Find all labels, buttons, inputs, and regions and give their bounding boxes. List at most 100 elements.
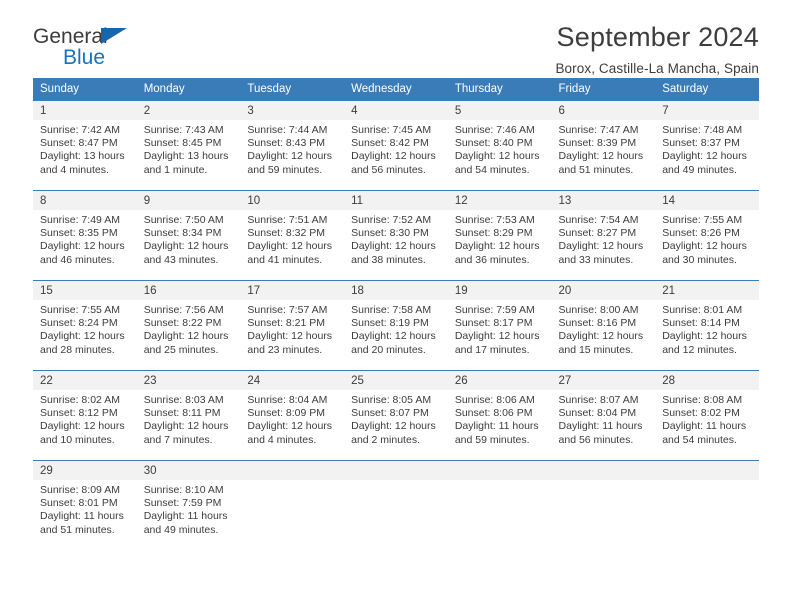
sunrise-text: Sunrise: 8:00 AM	[558, 304, 639, 316]
daylight-text-line1: Daylight: 12 hours	[558, 330, 644, 343]
day-number: 9	[136, 191, 241, 210]
sunrise-text: Sunrise: 7:55 AM	[40, 304, 120, 316]
sunset-text: Sunset: 8:40 PM	[454, 137, 533, 150]
day-number: 22	[33, 371, 137, 390]
daylight-text-line2: and 49 minutes.	[662, 163, 737, 176]
sunset-text: Sunset: 8:30 PM	[351, 227, 429, 240]
sunrise-text: Sunrise: 8:06 AM	[454, 394, 535, 406]
sunrise-text: Sunrise: 7:45 AM	[351, 124, 432, 136]
sunrise-text: Sunrise: 7:43 AM	[143, 124, 224, 136]
day-cell[interactable]: 5 Sunrise: 7:46 AM Sunset: 8:40 PM Dayli…	[447, 100, 552, 191]
sunset-text: Sunset: 8:22 PM	[143, 317, 222, 330]
calendar-week-row: 29 Sunrise: 8:09 AM Sunset: 8:01 PM Dayl…	[33, 460, 759, 549]
day-cell[interactable]: 16 Sunrise: 7:56 AM Sunset: 8:22 PM Dayl…	[136, 280, 241, 371]
daylight-text-line1: Daylight: 12 hours	[351, 330, 436, 343]
day-cell[interactable]: 27 Sunrise: 8:07 AM Sunset: 8:04 PM Dayl…	[551, 370, 656, 461]
day-number: 25	[344, 371, 448, 390]
day-cell[interactable]: 23 Sunrise: 8:03 AM Sunset: 8:11 PM Dayl…	[136, 370, 241, 461]
day-number: 18	[344, 281, 448, 300]
general-blue-logo[interactable]: General Blue	[33, 22, 185, 72]
day-cell[interactable]: 24 Sunrise: 8:04 AM Sunset: 8:09 PM Dayl…	[240, 370, 345, 461]
daylight-text-line2: and 43 minutes.	[143, 253, 219, 266]
day-number: 5	[447, 101, 552, 120]
sunrise-text: Sunrise: 8:01 AM	[662, 304, 743, 316]
daylight-text-line1: Daylight: 12 hours	[662, 330, 747, 343]
daylight-text-line2: and 23 minutes.	[247, 343, 323, 356]
location-subtitle: Borox, Castille-La Mancha, Spain	[555, 61, 759, 77]
daylight-text-line2: and 38 minutes.	[351, 253, 426, 266]
daylight-text-line2: and 59 minutes.	[454, 433, 530, 446]
day-cell[interactable]: 30 Sunrise: 8:10 AM Sunset: 7:59 PM Dayl…	[136, 460, 241, 549]
daylight-text-line2: and 12 minutes.	[662, 343, 737, 356]
sunset-text: Sunset: 8:07 PM	[351, 407, 429, 420]
day-cell[interactable]: 19 Sunrise: 7:59 AM Sunset: 8:17 PM Dayl…	[447, 280, 552, 371]
daylight-text-line2: and 33 minutes.	[558, 253, 634, 266]
day-number: 10	[240, 191, 345, 210]
sunrise-text: Sunrise: 7:54 AM	[558, 214, 639, 226]
sunrise-text: Sunrise: 7:44 AM	[247, 124, 328, 136]
sunrise-text: Sunrise: 7:53 AM	[454, 214, 535, 226]
day-cell[interactable]: 14 Sunrise: 7:55 AM Sunset: 8:26 PM Dayl…	[655, 190, 759, 281]
sunset-text: Sunset: 8:19 PM	[351, 317, 429, 330]
day-cell[interactable]: 7 Sunrise: 7:48 AM Sunset: 8:37 PM Dayli…	[655, 100, 759, 191]
day-cell[interactable]: 17 Sunrise: 7:57 AM Sunset: 8:21 PM Dayl…	[240, 280, 345, 371]
day-number	[240, 461, 345, 480]
day-cell[interactable]: 6 Sunrise: 7:47 AM Sunset: 8:39 PM Dayli…	[551, 100, 656, 191]
day-cell[interactable]: 4 Sunrise: 7:45 AM Sunset: 8:42 PM Dayli…	[344, 100, 448, 191]
day-cell[interactable]: 10 Sunrise: 7:51 AM Sunset: 8:32 PM Dayl…	[240, 190, 345, 281]
day-cell-empty	[655, 460, 759, 549]
daylight-text-line1: Daylight: 12 hours	[247, 330, 333, 343]
day-cell[interactable]: 26 Sunrise: 8:06 AM Sunset: 8:06 PM Dayl…	[447, 370, 552, 461]
sunrise-text: Sunrise: 7:59 AM	[454, 304, 535, 316]
day-cell[interactable]: 9 Sunrise: 7:50 AM Sunset: 8:34 PM Dayli…	[136, 190, 241, 281]
day-cell[interactable]: 3 Sunrise: 7:44 AM Sunset: 8:43 PM Dayli…	[240, 100, 345, 191]
day-number: 20	[551, 281, 656, 300]
daylight-text-line1: Daylight: 12 hours	[662, 150, 747, 163]
sunrise-text: Sunrise: 8:08 AM	[662, 394, 743, 406]
day-cell[interactable]: 2 Sunrise: 7:43 AM Sunset: 8:45 PM Dayli…	[136, 100, 241, 191]
day-cell[interactable]: 22 Sunrise: 8:02 AM Sunset: 8:12 PM Dayl…	[33, 370, 137, 461]
daylight-text-line2: and 2 minutes.	[351, 433, 420, 446]
day-number: 27	[551, 371, 656, 390]
sunset-text: Sunset: 8:06 PM	[454, 407, 533, 420]
day-cell[interactable]: 18 Sunrise: 7:58 AM Sunset: 8:19 PM Dayl…	[344, 280, 448, 371]
day-info: Sunrise: 7:55 AM Sunset: 8:24 PM Dayligh…	[33, 300, 137, 357]
daylight-text-line1: Daylight: 12 hours	[454, 240, 540, 253]
day-cell[interactable]: 1 Sunrise: 7:42 AM Sunset: 8:47 PM Dayli…	[33, 100, 137, 191]
day-info: Sunrise: 7:53 AM Sunset: 8:29 PM Dayligh…	[448, 210, 552, 267]
day-cell[interactable]: 29 Sunrise: 8:09 AM Sunset: 8:01 PM Dayl…	[33, 460, 137, 549]
day-info: Sunrise: 7:51 AM Sunset: 8:32 PM Dayligh…	[240, 210, 344, 267]
sunrise-text: Sunrise: 7:51 AM	[247, 214, 328, 226]
day-cell-empty	[551, 460, 656, 549]
weekday-header-saturday: Saturday	[655, 78, 759, 101]
daylight-text-line1: Daylight: 12 hours	[247, 240, 333, 253]
daylight-text-line2: and 59 minutes.	[247, 163, 323, 176]
day-number: 8	[33, 191, 137, 210]
sunrise-text: Sunrise: 7:58 AM	[351, 304, 432, 316]
day-info: Sunrise: 7:50 AM Sunset: 8:34 PM Dayligh…	[137, 210, 241, 267]
day-cell[interactable]: 15 Sunrise: 7:55 AM Sunset: 8:24 PM Dayl…	[33, 280, 137, 371]
sunrise-text: Sunrise: 7:55 AM	[662, 214, 743, 226]
day-number: 29	[33, 461, 137, 480]
day-cell[interactable]: 28 Sunrise: 8:08 AM Sunset: 8:02 PM Dayl…	[655, 370, 759, 461]
day-cell[interactable]: 11 Sunrise: 7:52 AM Sunset: 8:30 PM Dayl…	[344, 190, 448, 281]
day-cell[interactable]: 8 Sunrise: 7:49 AM Sunset: 8:35 PM Dayli…	[33, 190, 137, 281]
sunrise-text: Sunrise: 7:56 AM	[143, 304, 224, 316]
day-number: 1	[33, 101, 137, 120]
sunrise-text: Sunrise: 7:57 AM	[247, 304, 328, 316]
daylight-text-line1: Daylight: 12 hours	[351, 240, 436, 253]
day-number: 13	[551, 191, 656, 210]
day-cell[interactable]: 25 Sunrise: 8:05 AM Sunset: 8:07 PM Dayl…	[344, 370, 448, 461]
day-cell[interactable]: 12 Sunrise: 7:53 AM Sunset: 8:29 PM Dayl…	[447, 190, 552, 281]
day-number: 26	[447, 371, 552, 390]
sunrise-text: Sunrise: 8:02 AM	[40, 394, 120, 406]
day-info: Sunrise: 8:00 AM Sunset: 8:16 PM Dayligh…	[552, 300, 656, 357]
day-cell[interactable]: 13 Sunrise: 7:54 AM Sunset: 8:27 PM Dayl…	[551, 190, 656, 281]
day-cell-empty	[447, 460, 552, 549]
day-cell[interactable]: 20 Sunrise: 8:00 AM Sunset: 8:16 PM Dayl…	[551, 280, 656, 371]
daylight-text-line1: Daylight: 11 hours	[454, 420, 539, 433]
daylight-text-line2: and 17 minutes.	[454, 343, 530, 356]
daylight-text-line2: and 56 minutes.	[558, 433, 634, 446]
day-cell[interactable]: 21 Sunrise: 8:01 AM Sunset: 8:14 PM Dayl…	[655, 280, 759, 371]
day-number: 12	[447, 191, 552, 210]
